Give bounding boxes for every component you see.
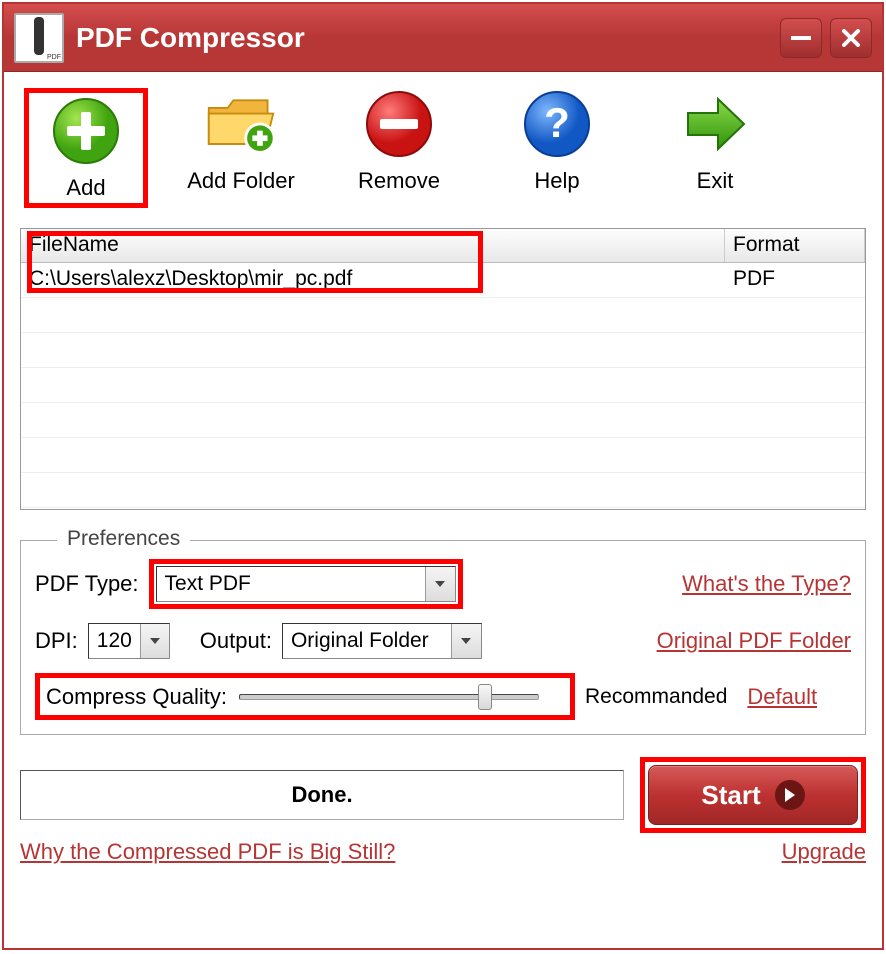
quality-slider[interactable]: [239, 682, 539, 712]
dpi-label: DPI:: [35, 628, 78, 654]
close-icon: [842, 29, 860, 47]
bottom-links: Why the Compressed PDF is Big Still? Upg…: [20, 839, 866, 865]
preferences-group: Preferences PDF Type: Text PDF What's th…: [20, 540, 866, 735]
chevron-down-icon: [451, 624, 481, 658]
svg-text:?: ?: [544, 99, 570, 146]
header-format[interactable]: Format: [725, 229, 865, 262]
content-area: Add Add Folder: [4, 72, 882, 873]
pdf-type-highlight: Text PDF: [149, 559, 463, 609]
remove-icon: [363, 88, 435, 160]
dpi-value: 120: [89, 626, 140, 656]
exit-button[interactable]: Exit: [650, 88, 780, 208]
chevron-down-icon: [140, 624, 169, 658]
file-table[interactable]: FileName Format C:\Users\alexz\Desktop\m…: [20, 228, 866, 510]
add-icon: [50, 95, 122, 167]
close-button[interactable]: [830, 18, 872, 58]
start-arrow-icon: [775, 780, 805, 810]
add-folder-button[interactable]: Add Folder: [176, 88, 306, 208]
start-label: Start: [701, 780, 760, 811]
recommended-text: Recommanded: [585, 685, 727, 709]
why-big-link[interactable]: Why the Compressed PDF is Big Still?: [20, 839, 395, 865]
cell-format: PDF: [725, 263, 865, 298]
quality-highlight: Compress Quality:: [35, 673, 575, 720]
default-link[interactable]: Default: [747, 684, 817, 710]
add-label: Add: [66, 175, 105, 201]
minimize-icon: [791, 36, 811, 40]
pdf-type-select[interactable]: Text PDF: [156, 566, 456, 602]
help-button[interactable]: ? Help: [492, 88, 622, 208]
output-label: Output:: [200, 628, 272, 654]
pdf-type-label: PDF Type:: [35, 571, 139, 597]
exit-label: Exit: [697, 168, 734, 194]
slider-thumb[interactable]: [478, 684, 492, 710]
start-button[interactable]: Start: [648, 765, 858, 825]
help-label: Help: [534, 168, 579, 194]
preferences-legend: Preferences: [57, 527, 190, 551]
quality-label: Compress Quality:: [46, 684, 227, 710]
table-row[interactable]: C:\Users\alexz\Desktop\mir_pc.pdf PDF: [21, 263, 865, 298]
whats-type-link[interactable]: What's the Type?: [682, 571, 851, 597]
output-select[interactable]: Original Folder: [282, 623, 482, 659]
header-filename[interactable]: FileName: [21, 229, 725, 262]
original-folder-link[interactable]: Original PDF Folder: [657, 628, 851, 654]
exit-arrow-icon: [679, 88, 751, 160]
app-icon: [14, 13, 64, 63]
pdf-type-value: Text PDF: [157, 569, 425, 599]
help-icon: ?: [521, 88, 593, 160]
add-button[interactable]: Add: [31, 95, 141, 201]
app-window: PDF Compressor Add: [2, 2, 884, 950]
remove-button[interactable]: Remove: [334, 88, 464, 208]
dpi-select[interactable]: 120: [88, 623, 170, 659]
titlebar: PDF Compressor: [4, 4, 882, 72]
remove-label: Remove: [358, 168, 440, 194]
status-row: Done. Start: [20, 757, 866, 833]
output-value: Original Folder: [283, 626, 451, 656]
cell-filename: C:\Users\alexz\Desktop\mir_pc.pdf: [21, 263, 725, 298]
folder-add-icon: [205, 88, 277, 160]
table-header: FileName Format: [21, 229, 865, 263]
toolbar: Add Add Folder: [20, 80, 866, 220]
status-text: Done.: [291, 782, 352, 808]
add-folder-label: Add Folder: [187, 168, 295, 194]
slider-track: [239, 694, 539, 700]
chevron-down-icon: [425, 567, 455, 601]
start-highlight: Start: [640, 757, 866, 833]
minimize-button[interactable]: [780, 18, 822, 58]
upgrade-link[interactable]: Upgrade: [782, 839, 866, 865]
status-bar: Done.: [20, 770, 624, 820]
window-title: PDF Compressor: [76, 22, 772, 54]
add-highlight: Add: [24, 88, 148, 208]
